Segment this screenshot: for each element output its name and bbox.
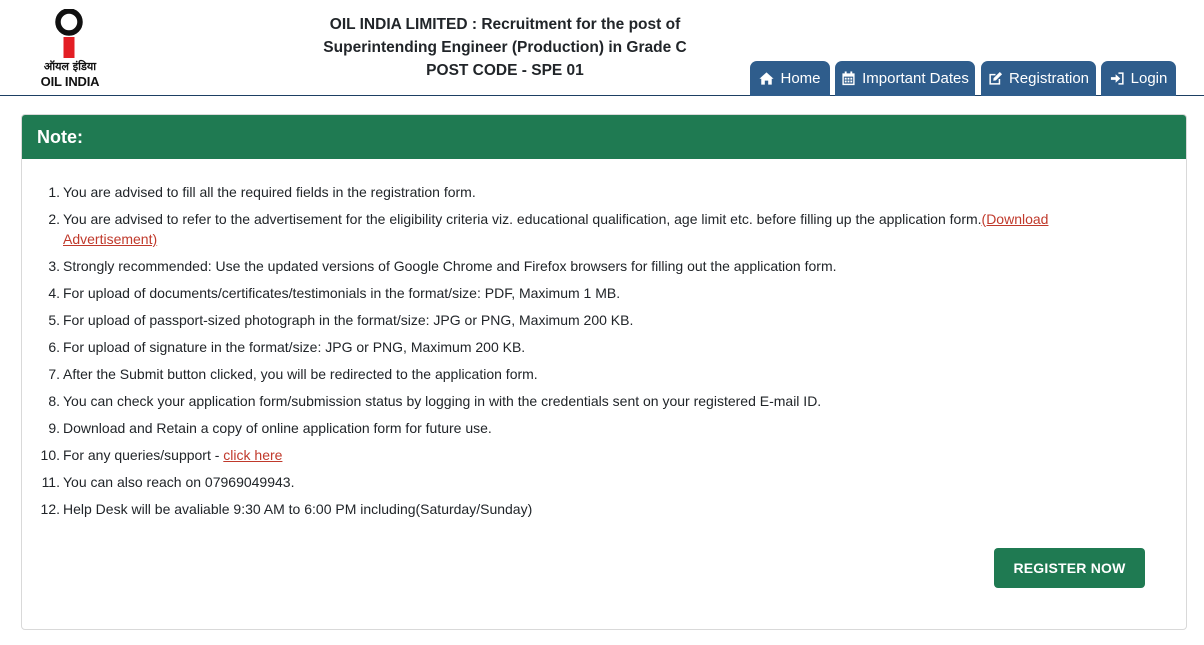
nav-home-label: Home — [780, 70, 821, 87]
list-item: 4. For upload of documents/certificates/t… — [48, 285, 621, 301]
nav-registration-label: Registration — [1008, 70, 1090, 87]
nav-registration-tab[interactable]: Registration — [981, 61, 1096, 96]
note-card: Note: 1. You are advised to fill all the … — [21, 114, 1187, 630]
title-line-3: POST CODE - SPE 01 — [426, 62, 584, 79]
home-icon — [759, 72, 775, 85]
list-item: 3. Strongly recommended: Use the updated … — [48, 258, 837, 274]
title-line-2: Superintending Engineer (Production) in … — [323, 39, 687, 56]
list-item: 7. After the Submit button clicked, you w… — [48, 366, 538, 382]
note-list: 1. You are advised to fill all the requir… — [40, 182, 1143, 526]
support-click-here-link[interactable]: click here — [223, 447, 282, 463]
nav-home-tab[interactable]: Home — [750, 61, 830, 96]
edit-icon — [989, 71, 1003, 85]
list-item: 2. You are advised to refer to the advert… — [48, 211, 1049, 247]
nav-important-dates-label: Important Dates — [862, 70, 969, 87]
nav-login-tab[interactable]: Login — [1101, 61, 1176, 96]
register-now-button[interactable]: REGISTER NOW — [994, 548, 1145, 588]
nav-important-dates-tab[interactable]: Important Dates — [835, 61, 975, 96]
page-title: OIL INDIA LIMITED : Recruitment for the … — [300, 13, 710, 82]
list-item: 12. Help Desk will be avaliable 9:30 AM t… — [40, 501, 533, 517]
list-item: 1. You are advised to fill all the requir… — [48, 184, 476, 200]
logo-english-text: OIL INDIA — [40, 74, 100, 89]
sign-in-icon — [1110, 72, 1124, 85]
list-item: 9. Download and Retain a copy of online a… — [48, 420, 492, 436]
calendar-icon — [842, 71, 855, 86]
logo-hindi-text: ऑयल इंडिया — [43, 60, 97, 73]
list-item: 6. For upload of signature in the format/… — [48, 339, 526, 355]
list-item: 10. For any queries/support - click here — [40, 447, 283, 463]
oil-drop-logo-icon — [55, 9, 83, 58]
nav-login-label: Login — [1130, 70, 1168, 87]
list-item: 11. You can also reach on 07969049943. — [41, 474, 295, 490]
oil-india-logo[interactable]: ऑयल इंडिया OIL INDIA — [37, 9, 103, 91]
note-heading: Note: — [22, 115, 1186, 159]
page-header: ऑयल इंडिया OIL INDIA OIL INDIA LIMITED :… — [0, 0, 1204, 96]
list-item: 5. For upload of passport-sized photograp… — [48, 312, 634, 328]
title-line-1: OIL INDIA LIMITED : Recruitment for the … — [329, 16, 681, 33]
list-item: 8. You can check your application form/su… — [48, 393, 822, 409]
